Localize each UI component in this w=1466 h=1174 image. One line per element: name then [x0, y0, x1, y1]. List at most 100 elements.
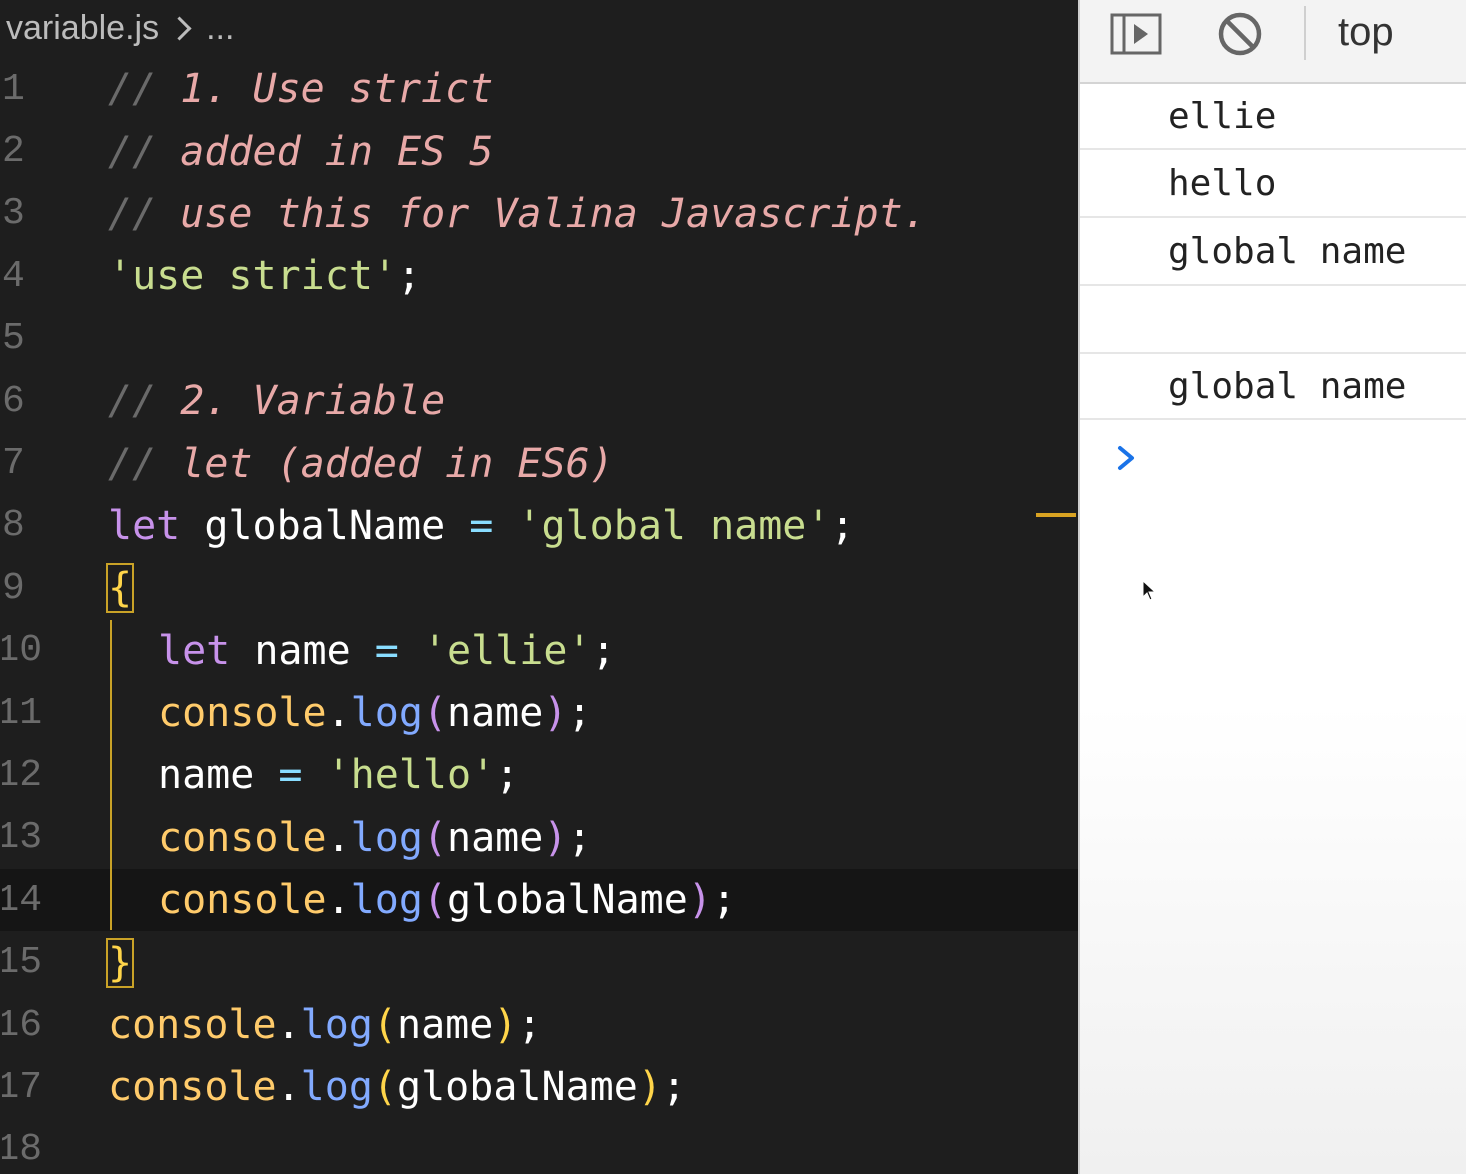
- line-number: 11: [2, 691, 42, 735]
- code-line[interactable]: 14 console.log(globalName);: [0, 869, 1078, 932]
- code-token: globalName: [447, 877, 688, 924]
- code-line[interactable]: 15}: [0, 931, 1078, 993]
- code-text: console.log(name);: [158, 690, 592, 736]
- code-line[interactable]: 16 console.log(name);: [0, 994, 1078, 1056]
- code-line[interactable]: 2 // added in ES 5: [0, 120, 1078, 182]
- line-number: 1: [2, 67, 25, 111]
- code-token: name: [447, 814, 544, 861]
- code-line[interactable]: 11 console.log(name);: [0, 682, 1078, 744]
- toolbar-divider: [1304, 6, 1306, 60]
- matched-bracket: {: [105, 563, 135, 614]
- code-token: let: [158, 627, 255, 674]
- breadcrumb-file[interactable]: variable.js: [6, 9, 159, 48]
- code-token: globalName: [204, 502, 470, 549]
- line-number: 14: [2, 878, 42, 922]
- code-line[interactable]: 9{: [0, 557, 1078, 619]
- code-token: .: [276, 1002, 301, 1049]
- code-token: console: [158, 877, 327, 924]
- code-line[interactable]: 12 name = 'hello';: [0, 744, 1078, 806]
- code-token: //: [108, 128, 181, 175]
- code-line[interactable]: 4 'use strict';: [0, 245, 1078, 307]
- code-line[interactable]: 7 // let (added in ES6): [0, 432, 1078, 494]
- console-message: ellie: [1080, 84, 1466, 150]
- code-token: log: [350, 877, 423, 924]
- line-number: 12: [2, 753, 42, 797]
- code-line[interactable]: 8 let globalName = 'global name';: [0, 495, 1078, 557]
- breadcrumb-symbols[interactable]: ...: [206, 9, 234, 48]
- code-lines[interactable]: 1 // 1. Use strict 2 // added in ES 5 3 // us…: [0, 58, 1078, 1174]
- chevron-right-icon: [167, 15, 192, 41]
- line-number: 5: [2, 317, 25, 361]
- code-text: }: [105, 937, 135, 988]
- code-token: ;: [567, 690, 592, 737]
- code-token: =: [469, 502, 518, 549]
- clear-console-icon[interactable]: [1216, 10, 1264, 58]
- context-selector[interactable]: top: [1338, 10, 1394, 55]
- code-token: ;: [495, 752, 520, 799]
- console-message: global name: [1080, 218, 1466, 286]
- code-line[interactable]: 13 console.log(name);: [0, 807, 1078, 869]
- console-message: [1080, 286, 1466, 354]
- code-token: log: [300, 1002, 373, 1049]
- code-editor[interactable]: variable.js ... 1 // 1. Use strict 2 // add…: [0, 0, 1078, 1174]
- code-text: console.log(globalName);: [108, 1064, 686, 1110]
- line-number: 9: [2, 566, 25, 610]
- code-token: .: [276, 1064, 301, 1111]
- code-text: {: [105, 563, 135, 614]
- code-token: name: [447, 690, 544, 737]
- code-token: ;: [591, 627, 616, 674]
- code-token: ;: [661, 1064, 687, 1111]
- code-line[interactable]: 5: [0, 308, 1078, 370]
- code-token: ;: [711, 877, 737, 924]
- devtools-console: top ellie hello global name global name: [1078, 0, 1466, 1174]
- code-token: globalName: [397, 1064, 638, 1111]
- code-token: =: [278, 752, 327, 799]
- screen-root: variable.js ... 1 // 1. Use strict 2 // add…: [0, 0, 1466, 1174]
- code-token: 'ellie': [422, 627, 592, 674]
- chevron-right-icon[interactable]: [1114, 442, 1138, 474]
- line-number: 3: [2, 192, 25, 236]
- sidebar-toggle-icon[interactable]: [1110, 12, 1162, 56]
- indent-guide: [110, 620, 112, 930]
- code-token: 'use strict': [108, 253, 397, 300]
- line-number: 2: [2, 130, 25, 174]
- code-token: let: [108, 502, 205, 549]
- breadcrumb: variable.js ...: [6, 6, 234, 50]
- code-token: use this for Valina Javascript.: [180, 190, 927, 237]
- code-token: .: [326, 690, 351, 737]
- code-token: ): [543, 814, 568, 861]
- line-number: 15: [2, 941, 42, 985]
- line-number: 8: [2, 504, 25, 548]
- code-token: name: [158, 752, 279, 799]
- code-token: 2. Variable: [180, 378, 446, 425]
- code-token: 1. Use strict: [180, 66, 494, 113]
- code-token: console: [158, 814, 327, 861]
- code-line[interactable]: 1 // 1. Use strict: [0, 58, 1078, 120]
- code-token: ;: [396, 253, 422, 300]
- code-token: ): [543, 690, 568, 737]
- code-token: (: [422, 690, 448, 737]
- code-token: //: [108, 66, 181, 113]
- mouse-cursor-icon: [1142, 580, 1157, 601]
- console-message: hello: [1080, 150, 1466, 218]
- code-line[interactable]: 18: [0, 1119, 1078, 1174]
- code-token: 'global name': [517, 502, 831, 549]
- code-line[interactable]: 6 // 2. Variable: [0, 370, 1078, 432]
- console-message: global name: [1080, 354, 1466, 420]
- code-token: ): [687, 877, 712, 924]
- code-token: ;: [830, 502, 855, 549]
- code-token: (: [422, 814, 448, 861]
- code-token: //: [108, 190, 181, 237]
- code-line[interactable]: 3 // use this for Valina Javascript.: [0, 183, 1078, 245]
- code-token: log: [350, 690, 423, 737]
- code-token: //: [108, 378, 181, 425]
- line-number: 4: [2, 254, 25, 298]
- code-line[interactable]: 17 console.log(globalName);: [0, 1056, 1078, 1118]
- line-number: 7: [2, 442, 25, 486]
- code-text: let globalName = 'global name';: [108, 503, 855, 549]
- code-line[interactable]: 10 let name = 'ellie';: [0, 620, 1078, 682]
- console-toolbar: top: [1080, 0, 1466, 84]
- code-text: 'use strict';: [108, 253, 421, 299]
- code-text: name = 'hello';: [158, 752, 519, 798]
- line-number: 18: [2, 1128, 42, 1172]
